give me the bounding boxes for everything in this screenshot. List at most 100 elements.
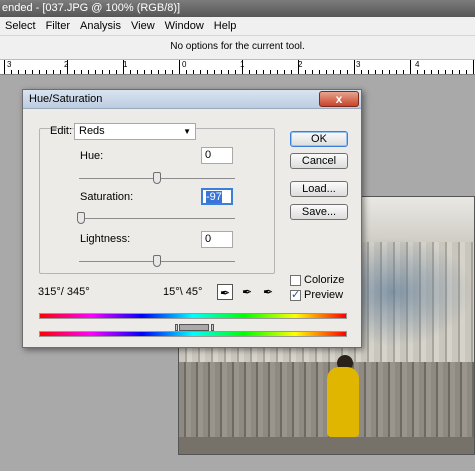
- lightness-label: Lightness:: [80, 233, 131, 245]
- ruler-tick: [263, 70, 264, 74]
- preview-label: Preview: [304, 289, 344, 301]
- ruler-tick: [137, 70, 138, 74]
- edit-dropdown[interactable]: Reds ▼: [74, 123, 196, 140]
- ruler-tick: [39, 70, 40, 74]
- ruler-tick: [158, 70, 159, 74]
- ruler-tick: [347, 70, 348, 74]
- ruler-tick: [116, 70, 117, 74]
- hue-slider-thumb[interactable]: [153, 172, 161, 184]
- ruler-tick: [123, 60, 124, 74]
- ruler-tick: [221, 70, 222, 74]
- horizontal-ruler: 3 2 1 0 1 2 3 4: [0, 60, 475, 75]
- ruler-tick: [179, 60, 180, 74]
- ruler-tick: [284, 70, 285, 74]
- eyedropper-plus-icon[interactable]: ✒: [239, 284, 255, 300]
- ruler-tick: [326, 70, 327, 74]
- output-color-bar: [39, 331, 347, 337]
- cancel-button[interactable]: Cancel: [290, 153, 348, 169]
- saturation-input-value: -97: [206, 191, 222, 203]
- ok-button[interactable]: OK: [290, 131, 348, 147]
- window-title: ended - [037.JPG @ 100% (RGB/8)]: [0, 0, 475, 17]
- ruler-tick: [228, 70, 229, 74]
- ruler-tick: [193, 70, 194, 74]
- ruler-tick: [291, 70, 292, 74]
- ruler-tick: [452, 70, 453, 74]
- range-handle-center[interactable]: [179, 324, 209, 331]
- ruler-tick: [389, 70, 390, 74]
- ruler-tick: [417, 70, 418, 74]
- adjustment-group: [39, 128, 275, 274]
- save-button[interactable]: Save...: [290, 204, 348, 220]
- ruler-tick: [438, 70, 439, 74]
- ruler-tick: [375, 70, 376, 74]
- ruler-tick: [144, 70, 145, 74]
- ruler-tick: [333, 70, 334, 74]
- ruler-tick: [410, 60, 411, 74]
- ruler-tick: [130, 70, 131, 74]
- hue-label: Hue:: [80, 150, 104, 162]
- menu-select[interactable]: Select: [0, 17, 41, 36]
- ruler-tick: [396, 70, 397, 74]
- ruler-tick: [249, 70, 250, 74]
- eyedropper-minus-icon[interactable]: ✒: [260, 284, 276, 300]
- ruler-number: 4: [415, 60, 420, 69]
- saturation-slider-thumb[interactable]: [77, 212, 86, 224]
- ruler-tick: [340, 70, 341, 74]
- ruler-tick: [466, 70, 467, 74]
- ruler-tick: [235, 70, 236, 74]
- ruler-tick: [368, 70, 369, 74]
- color-range-slider[interactable]: [165, 324, 235, 331]
- ruler-tick: [431, 70, 432, 74]
- hue-input[interactable]: 0: [201, 147, 233, 164]
- ruler-tick: [312, 70, 313, 74]
- options-bar: No options for the current tool.: [0, 36, 475, 60]
- saturation-slider-track[interactable]: [79, 218, 235, 219]
- range-handle-right[interactable]: [211, 324, 214, 331]
- hue-saturation-dialog: Hue/Saturation x Edit: Reds ▼ Hue: 0 Sat…: [22, 89, 362, 348]
- ruler-tick: [151, 70, 152, 74]
- ruler-tick: [242, 60, 243, 74]
- dialog-close-button[interactable]: x: [319, 91, 359, 107]
- ruler-tick: [95, 70, 96, 74]
- colorize-checkbox[interactable]: [290, 275, 301, 286]
- menu-view[interactable]: View: [126, 17, 160, 36]
- saturation-input[interactable]: -97: [201, 188, 233, 205]
- ruler-tick: [200, 70, 201, 74]
- ruler-tick: [319, 70, 320, 74]
- load-button[interactable]: Load...: [290, 181, 348, 197]
- range-right-label: 15°\ 45°: [163, 286, 203, 298]
- menu-bar: Select Filter Analysis View Window Help: [0, 17, 475, 36]
- menu-filter[interactable]: Filter: [41, 17, 75, 36]
- input-color-bar: [39, 313, 347, 319]
- eyedropper-icon[interactable]: ✒: [217, 284, 233, 300]
- saturation-label: Saturation:: [80, 191, 134, 203]
- menu-analysis[interactable]: Analysis: [75, 17, 126, 36]
- ruler-tick: [473, 60, 474, 74]
- ruler-tick: [382, 70, 383, 74]
- ruler-tick: [25, 70, 26, 74]
- ruler-tick: [403, 70, 404, 74]
- ruler-number: 3: [7, 60, 12, 69]
- ruler-tick: [46, 70, 47, 74]
- ruler-tick: [81, 70, 82, 74]
- ruler-tick: [165, 70, 166, 74]
- ruler-tick: [109, 70, 110, 74]
- ruler-tick: [354, 60, 355, 74]
- lightness-slider-thumb[interactable]: [153, 255, 161, 267]
- ruler-tick: [424, 70, 425, 74]
- lightness-input[interactable]: 0: [201, 231, 233, 248]
- ruler-tick: [60, 70, 61, 74]
- lightness-input-value: 0: [205, 233, 212, 245]
- ruler-tick: [74, 70, 75, 74]
- ruler-number: 3: [356, 60, 361, 69]
- ruler-tick: [361, 70, 362, 74]
- menu-help[interactable]: Help: [209, 17, 242, 36]
- ruler-tick: [18, 70, 19, 74]
- hue-input-value: 0: [205, 149, 212, 161]
- ruler-tick: [270, 70, 271, 74]
- ruler-tick: [11, 70, 12, 74]
- menu-window[interactable]: Window: [160, 17, 209, 36]
- range-handle-left[interactable]: [175, 324, 178, 331]
- edit-dropdown-value: Reds: [79, 125, 105, 137]
- preview-checkbox[interactable]: [290, 288, 301, 301]
